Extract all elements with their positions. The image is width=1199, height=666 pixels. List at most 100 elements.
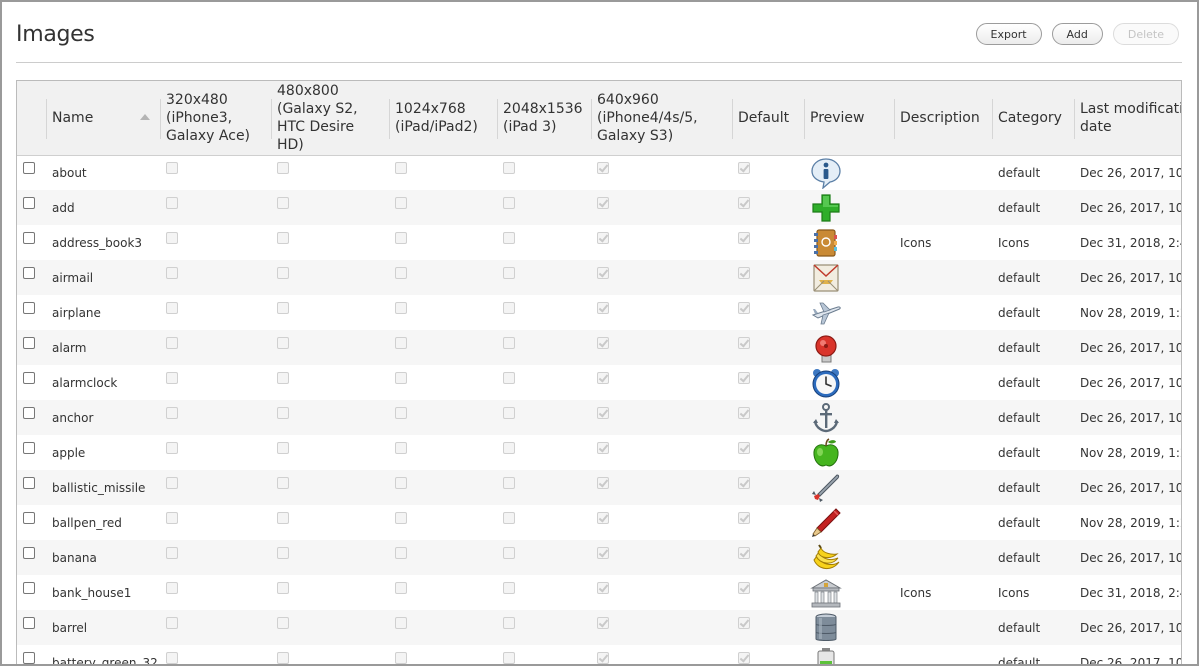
resolution-checkbox-640x960 — [597, 267, 609, 279]
column-header-480x800[interactable]: 480x800 (Galaxy S2, HTC Desire HD) — [271, 81, 389, 156]
column-header-preview[interactable]: Preview — [804, 81, 894, 156]
description-cell — [894, 540, 992, 575]
resolution-cell-320x480 — [160, 400, 271, 435]
resolution-checkbox-2048x1536 — [503, 547, 515, 559]
row-select-checkbox[interactable] — [23, 582, 35, 594]
row-select-checkbox[interactable] — [23, 652, 35, 664]
row-select-checkbox[interactable] — [23, 162, 35, 175]
column-header-640x960[interactable]: 640x960 (iPhone4/4s/5, Galaxy S3) — [591, 81, 732, 156]
resolution-cell-640x960 — [591, 400, 732, 435]
resolution-cell-1024x768 — [389, 540, 497, 575]
add-button[interactable]: Add — [1051, 23, 1103, 45]
resolution-checkbox-320x480 — [166, 442, 178, 454]
column-header-320x480[interactable]: 320x480 (iPhone3, Galaxy Ace) — [160, 81, 271, 156]
table-row[interactable]: add default Dec 26, 2017, 10: — [17, 190, 1181, 225]
resolution-checkbox-480x800 — [277, 337, 289, 349]
resolution-cell-1024x768 — [389, 190, 497, 225]
resolution-checkbox-1024x768 — [395, 162, 407, 175]
resolution-checkbox-640x960 — [597, 512, 609, 524]
images-grid: Name 320x480 (iPhone3, Galaxy Ace) 480x800… — [16, 80, 1182, 664]
default-cell — [732, 225, 804, 260]
resolution-checkbox-640x960 — [597, 547, 609, 559]
row-select-checkbox[interactable] — [23, 267, 35, 279]
resolution-checkbox-1024x768 — [395, 582, 407, 594]
table-row[interactable]: battery_green_32 default Dec 26, 2017, 10: — [17, 645, 1181, 664]
default-cell — [732, 260, 804, 295]
table-row[interactable]: banana default Dec 26, 2017, 10: — [17, 540, 1181, 575]
table-row[interactable]: ballistic_missile default Dec 26, 2017, 10… — [17, 470, 1181, 505]
row-select-checkbox[interactable] — [23, 442, 35, 454]
modified-date-cell: Dec 26, 2017, 10: — [1074, 155, 1181, 190]
resolution-checkbox-480x800 — [277, 232, 289, 244]
table-row[interactable]: about default Dec 26, 2017, 10: — [17, 155, 1181, 190]
resolution-checkbox-2048x1536 — [503, 302, 515, 314]
description-cell — [894, 470, 992, 505]
row-select-checkbox[interactable] — [23, 547, 35, 559]
row-select-checkbox[interactable] — [23, 197, 35, 209]
table-row[interactable]: address_book3 Icons Icons Dec 31, 2018, 2:4 — [17, 225, 1181, 260]
table-row[interactable]: alarmclock default Dec 26, 2017, 10: — [17, 365, 1181, 400]
resolution-checkbox-1024x768 — [395, 442, 407, 454]
battery-icon — [810, 647, 842, 664]
table-row[interactable]: barrel default Dec 26, 2017, 10: — [17, 610, 1181, 645]
table-row[interactable]: airplane default Nov 28, 2019, 1:2 — [17, 295, 1181, 330]
preview-cell — [804, 225, 894, 260]
table-row[interactable]: bank_house1 Icons Icons Dec 31, 2018, 2:4 — [17, 575, 1181, 610]
default-cell — [732, 190, 804, 225]
row-select-checkbox[interactable] — [23, 337, 35, 349]
description-cell: Icons — [894, 225, 992, 260]
row-select-checkbox[interactable] — [23, 617, 35, 629]
resolution-checkbox-2048x1536 — [503, 582, 515, 594]
resolution-checkbox-2048x1536 — [503, 162, 515, 175]
description-cell — [894, 645, 992, 664]
row-select-cell — [17, 225, 46, 260]
barrel-icon — [810, 612, 842, 644]
resolution-checkbox-480x800 — [277, 302, 289, 314]
table-row[interactable]: airmail default Dec 26, 2017, 10: — [17, 260, 1181, 295]
row-select-checkbox[interactable] — [23, 512, 35, 524]
table-row[interactable]: apple default Nov 28, 2019, 1:2 — [17, 435, 1181, 470]
resolution-cell-480x800 — [271, 365, 389, 400]
resolution-checkbox-480x800 — [277, 162, 289, 175]
resolution-checkbox-640x960 — [597, 372, 609, 384]
resolution-cell-640x960 — [591, 225, 732, 260]
column-header-description[interactable]: Description — [894, 81, 992, 156]
resolution-cell-320x480 — [160, 505, 271, 540]
delete-button[interactable]: Delete — [1112, 23, 1179, 45]
row-select-cell — [17, 470, 46, 505]
resolution-checkbox-320x480 — [166, 477, 178, 489]
row-select-checkbox[interactable] — [23, 232, 35, 244]
default-cell — [732, 295, 804, 330]
row-select-cell — [17, 155, 46, 190]
row-select-checkbox[interactable] — [23, 302, 35, 314]
row-select-checkbox[interactable] — [23, 372, 35, 384]
category-cell: default — [992, 505, 1074, 540]
preview-cell — [804, 575, 894, 610]
resolution-checkbox-2048x1536 — [503, 512, 515, 524]
resolution-checkbox-480x800 — [277, 547, 289, 559]
resolution-checkbox-320x480 — [166, 162, 178, 175]
image-name: add — [46, 190, 160, 225]
column-header-category[interactable]: Category — [992, 81, 1074, 156]
resolution-checkbox-480x800 — [277, 652, 289, 664]
preview-cell — [804, 330, 894, 365]
row-select-checkbox[interactable] — [23, 477, 35, 489]
column-header-name[interactable]: Name — [46, 81, 160, 156]
column-header-1024x768[interactable]: 1024x768 (iPad/iPad2) — [389, 81, 497, 156]
column-header-last-modification[interactable]: Last modificationdate — [1074, 81, 1181, 156]
sort-ascending-icon[interactable] — [140, 114, 150, 120]
description-cell: Icons — [894, 575, 992, 610]
resolution-checkbox-320x480 — [166, 407, 178, 419]
preview-cell — [804, 190, 894, 225]
default-checkbox — [738, 162, 750, 175]
export-button[interactable]: Export — [975, 23, 1042, 45]
row-select-cell — [17, 295, 46, 330]
resolution-checkbox-1024x768 — [395, 652, 407, 664]
table-row[interactable]: ballpen_red default Nov 28, 2019, 1:2 — [17, 505, 1181, 540]
default-cell — [732, 435, 804, 470]
column-header-default[interactable]: Default — [732, 81, 804, 156]
table-row[interactable]: anchor default Dec 26, 2017, 10: — [17, 400, 1181, 435]
column-header-2048x1536[interactable]: 2048x1536 (iPad 3) — [497, 81, 591, 156]
table-row[interactable]: alarm default Dec 26, 2017, 10: — [17, 330, 1181, 365]
row-select-checkbox[interactable] — [23, 407, 35, 419]
